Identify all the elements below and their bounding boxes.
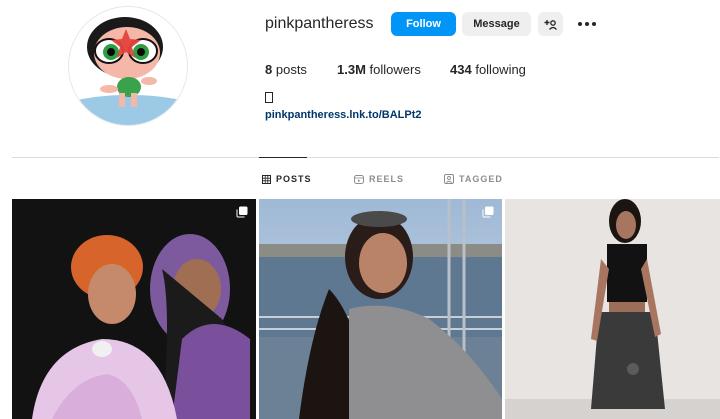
tagged-icon [444, 174, 454, 184]
tab-reels-label: REELS [369, 174, 405, 184]
posts-label: posts [275, 62, 307, 77]
bio-placeholder-glyph [265, 92, 273, 103]
reels-icon [354, 174, 364, 184]
post-1-image [12, 199, 256, 419]
following-label: following [475, 62, 526, 77]
bio-link[interactable]: pinkpantheress.lnk.to/BALPt2 [265, 109, 421, 121]
following-count: 434 [450, 62, 472, 77]
message-button[interactable]: Message [462, 12, 531, 36]
post-thumbnail-1[interactable] [12, 199, 256, 419]
powerpuff-avatar-illustration [69, 7, 187, 125]
posts-stat: 8 posts [265, 62, 307, 77]
profile-avatar[interactable] [68, 6, 188, 126]
tabs-divider [12, 157, 719, 158]
multiple-images-icon [482, 206, 494, 218]
tab-tagged-label: TAGGED [459, 174, 503, 184]
post-3-image [505, 199, 720, 419]
tab-reels[interactable]: REELS [354, 174, 404, 184]
grid-icon [262, 174, 271, 184]
profile-username: pinkpantheress [265, 15, 374, 32]
tab-posts-label: POSTS [276, 174, 312, 184]
followers-stat[interactable]: 1.3M followers [337, 62, 421, 77]
post-thumbnail-3[interactable] [505, 199, 720, 419]
more-options-button[interactable] [576, 14, 598, 34]
followers-label: followers [369, 62, 421, 77]
follow-button[interactable]: Follow [391, 12, 456, 36]
followers-count: 1.3M [337, 62, 366, 77]
suggested-users-button[interactable] [538, 12, 563, 36]
post-thumbnail-2[interactable] [259, 199, 502, 419]
multiple-images-icon [236, 206, 248, 218]
more-horizontal-icon [578, 22, 596, 26]
posts-count: 8 [265, 62, 273, 77]
following-stat[interactable]: 434 following [450, 62, 526, 77]
active-tab-indicator [259, 157, 307, 158]
add-user-icon [544, 19, 557, 30]
tab-tagged[interactable]: TAGGED [444, 174, 503, 184]
post-2-image [259, 199, 502, 419]
tab-posts[interactable]: POSTS [262, 174, 312, 184]
